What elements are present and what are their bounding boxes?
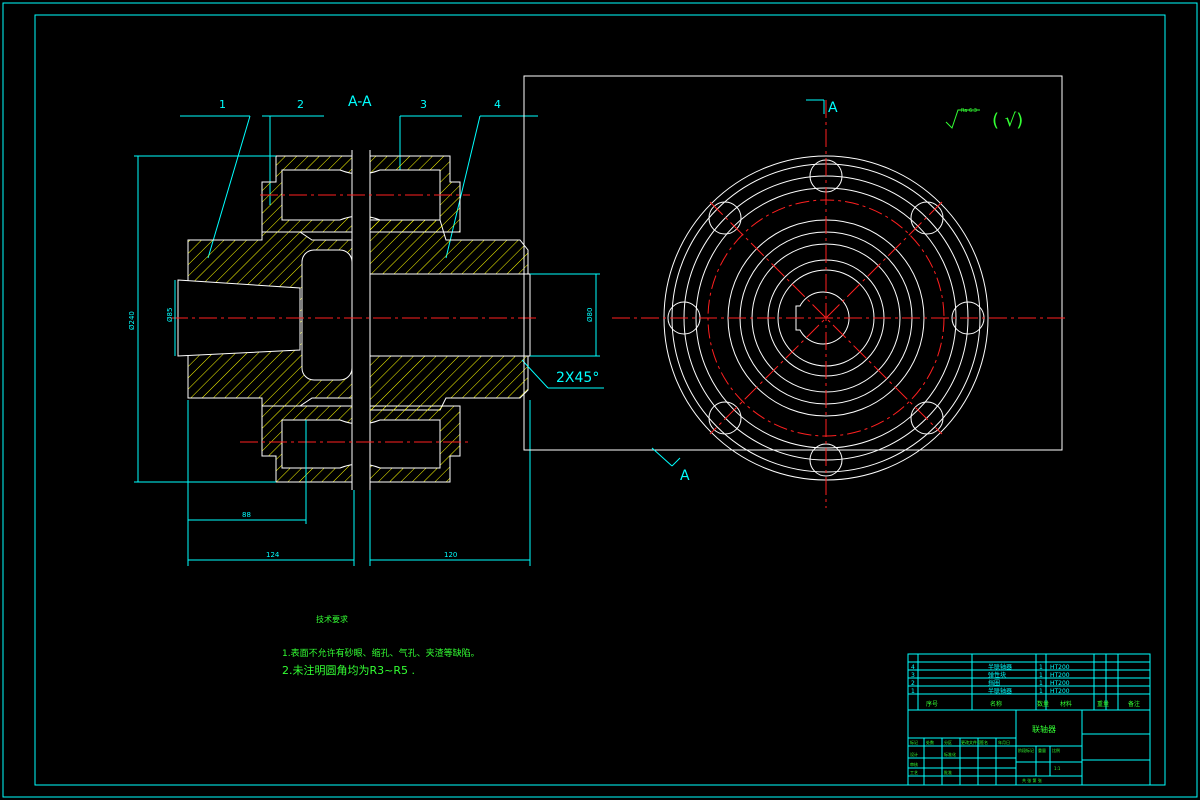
notes-heading: 技术要求 bbox=[316, 614, 348, 624]
bom-row-3-no: 3 bbox=[911, 672, 915, 679]
bom-header-qty: 数量 bbox=[1037, 700, 1049, 708]
bom-table bbox=[907, 653, 1151, 711]
tb-scale-value: 1:1 bbox=[1054, 766, 1061, 771]
tb-label-count: 处数 bbox=[926, 739, 934, 745]
center-cavity bbox=[301, 249, 353, 381]
tb-label-process: 工艺 bbox=[910, 770, 918, 775]
dim-short-length: 88 bbox=[242, 511, 251, 519]
dim-left-length: 124 bbox=[266, 551, 280, 559]
bom-row-1-no: 1 bbox=[911, 688, 915, 695]
bom-row-4-name: 半联轴器 bbox=[988, 663, 1012, 671]
surface-finish-paren: ( √) bbox=[992, 110, 1023, 131]
tb-label-review: 审核 bbox=[910, 761, 918, 767]
bom-header-weight: 重量 bbox=[1097, 700, 1109, 708]
tb-label-stage: 阶段标记 bbox=[1018, 747, 1034, 753]
tb-label-approve: 批准 bbox=[944, 769, 952, 775]
dim-outer-diameter: Ø240 bbox=[128, 311, 136, 330]
bom-row-1-qty: 1 bbox=[1039, 688, 1043, 695]
drawing-name: 联轴器 bbox=[1032, 724, 1056, 734]
bom-row-2-material: HT200 bbox=[1050, 680, 1070, 687]
cad-drawing: A-A 1 2 3 4 Ø240 Ø85 Ø80 2X45° 88 124 12… bbox=[2, 2, 1198, 798]
bom-row-4-material: HT200 bbox=[1050, 664, 1070, 671]
section-marker-bottom: A bbox=[680, 468, 690, 484]
tb-label-sign: 签名 bbox=[980, 739, 988, 745]
dim-left-bore: Ø85 bbox=[166, 308, 174, 322]
view-frame bbox=[523, 75, 1063, 451]
bom-row-4-qty: 1 bbox=[1039, 664, 1043, 671]
tb-label-scale: 比例 bbox=[1052, 747, 1060, 753]
section-view bbox=[170, 150, 540, 490]
tb-label-sheets: 共 张 第 张 bbox=[1022, 777, 1042, 783]
notes-line-1: 1.表面不允许有砂眼、缩孔、气孔、夹渣等缺陷。 bbox=[282, 647, 480, 659]
tb-label-date: 年月日 bbox=[998, 739, 1010, 745]
bom-header-no: 序号 bbox=[926, 700, 938, 708]
bom-row-3-name: 弹性块 bbox=[988, 671, 1006, 679]
bom-row-3-material: HT200 bbox=[1050, 672, 1070, 679]
tb-label-design: 设计 bbox=[910, 751, 918, 757]
dim-right-bore: Ø80 bbox=[586, 308, 594, 322]
notes-line-2: 2.未注明圆角均为R3~R5 . bbox=[282, 663, 415, 677]
bom-row-2-name: 挡圈 bbox=[988, 679, 1000, 687]
bom-header-material: 材料 bbox=[1060, 700, 1072, 708]
tb-label-weight: 重量 bbox=[1038, 747, 1046, 753]
bom-row-1-material: HT200 bbox=[1050, 688, 1070, 695]
section-marker bbox=[651, 99, 825, 467]
right-bore bbox=[369, 273, 531, 357]
bom-row-4-no: 4 bbox=[911, 664, 915, 671]
gap bbox=[352, 150, 370, 490]
bom-row-1-name: 半联轴器 bbox=[988, 687, 1012, 695]
surface-finish-mark: Ra 6.3 bbox=[961, 108, 977, 114]
callout-1: 1 bbox=[219, 98, 226, 111]
callout-4: 4 bbox=[494, 98, 501, 111]
bom-row-3-qty: 1 bbox=[1039, 672, 1043, 679]
tb-label-standard: 标准化 bbox=[944, 751, 956, 757]
callout-3: 3 bbox=[420, 98, 427, 111]
tb-label-mark: 标记 bbox=[910, 739, 918, 745]
dim-chamfer: 2X45° bbox=[556, 370, 599, 386]
section-title: A-A bbox=[348, 94, 372, 110]
bom-header-name: 名称 bbox=[990, 700, 1002, 708]
tb-label-change: 更改文件号 bbox=[961, 739, 981, 745]
bom-row-2-qty: 1 bbox=[1039, 680, 1043, 687]
bom-header: 序号 名称 数量 材料 重量 备注 bbox=[926, 700, 1140, 708]
tb-label-zone: 分区 bbox=[944, 739, 952, 745]
dim-right-length: 120 bbox=[444, 551, 457, 559]
bom-header-remark: 备注 bbox=[1128, 700, 1140, 708]
callout-2: 2 bbox=[297, 98, 304, 111]
section-marker-top: A bbox=[828, 100, 838, 116]
bom-row-2-no: 2 bbox=[911, 680, 915, 687]
